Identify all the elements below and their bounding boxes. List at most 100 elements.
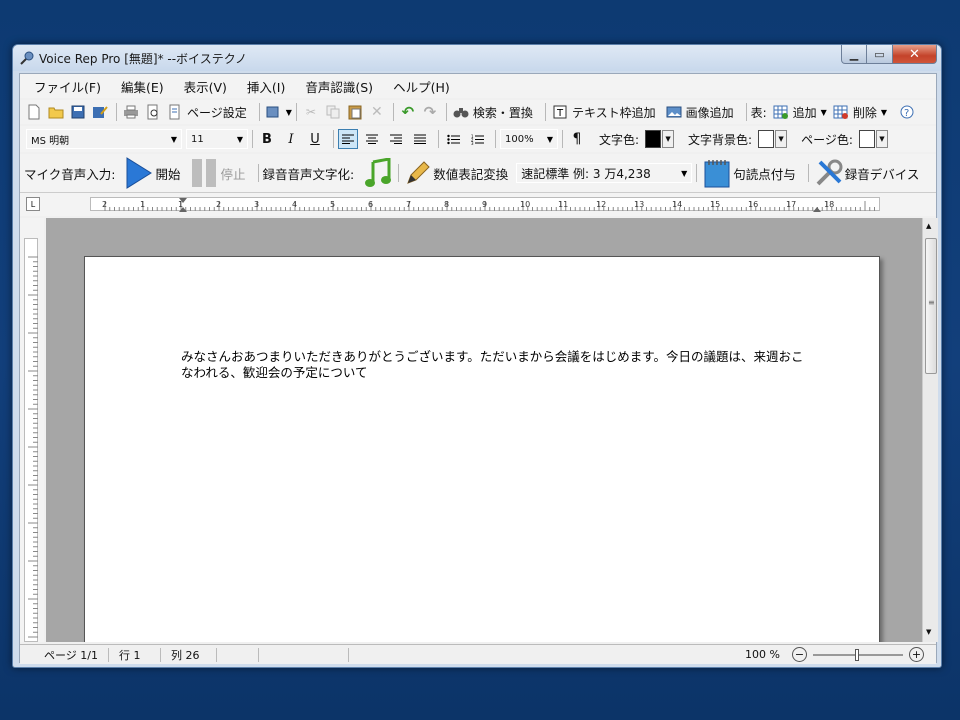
close-button[interactable]: ✕	[893, 45, 937, 64]
page-setup-button[interactable]: ページ設定	[187, 104, 247, 121]
menu-file[interactable]: ファイル(F)	[34, 77, 101, 96]
table-add-button[interactable]: 追加	[793, 104, 817, 121]
zoom-percent: 100 %	[745, 648, 780, 661]
menu-edit[interactable]: 編集(E)	[121, 77, 164, 96]
mic-input-label: マイク音声入力:	[24, 166, 116, 182]
separator	[116, 103, 117, 121]
maximize-button[interactable]: ▭	[867, 45, 893, 64]
ruler-label: 16	[748, 200, 758, 209]
number-convert-button[interactable]: 数値表記変換	[433, 164, 508, 183]
punctuation-button[interactable]: 句読点付与	[733, 164, 796, 183]
document-page[interactable]: みなさんおあつまりいただきありがとうございます。ただいまから会議をはじめます。今…	[84, 256, 880, 642]
vertical-scrollbar[interactable]: ▲ ≡ ▼	[922, 218, 938, 642]
menu-insert[interactable]: 挿入(I)	[247, 77, 285, 96]
numbered-list-icon[interactable]: 123	[467, 129, 487, 149]
text-color-dropdown[interactable]: ▼	[662, 130, 675, 148]
page-color-label: ページ色:	[801, 132, 853, 147]
rec-device-button[interactable]: 録音デバイス	[845, 164, 920, 183]
text-color-swatch[interactable]	[645, 130, 662, 148]
font-size-select[interactable]: 11 ▼	[186, 129, 248, 149]
undo-icon[interactable]: ↶	[398, 102, 418, 122]
align-left-button[interactable]	[338, 129, 358, 149]
textbox-icon[interactable]: T	[550, 102, 570, 122]
font-name-value: MS 明朝	[31, 135, 70, 147]
delete-icon: ✕	[371, 104, 383, 120]
vertical-ruler-ticks	[28, 256, 38, 638]
ruler-label: 11	[558, 200, 568, 209]
text-bg-color-swatch[interactable]	[758, 130, 775, 148]
help-icon[interactable]: ?	[897, 102, 917, 122]
justify-button[interactable]	[410, 129, 430, 149]
print-icon[interactable]	[121, 102, 141, 122]
chevron-down-icon[interactable]: ▼	[286, 108, 292, 117]
binoculars-icon[interactable]	[451, 102, 471, 122]
table-add-icon[interactable]	[771, 102, 791, 122]
scroll-up-icon[interactable]: ▲	[926, 222, 931, 230]
ruler-track[interactable]: 2 1 1 2 3 4 5 6 7 8 9 10 11 12 13 14 15 16 17 18	[90, 197, 880, 212]
tools-icon[interactable]	[813, 156, 845, 190]
ruler-label: 10	[520, 200, 530, 209]
ruler-label: 5	[330, 200, 335, 209]
status-empty-2	[259, 647, 349, 662]
align-right-button[interactable]	[386, 129, 406, 149]
font-name-select[interactable]: MS 明朝 ▼	[26, 129, 182, 149]
add-image-button[interactable]: 画像追加	[686, 104, 734, 121]
play-icon[interactable]	[123, 156, 155, 190]
new-document-icon[interactable]	[24, 102, 44, 122]
window-title: Voice Rep Pro [無題]* --ボイステクノ	[39, 51, 247, 66]
scroll-down-icon[interactable]: ▼	[926, 628, 931, 636]
cut-icon: ✂	[305, 105, 316, 119]
bullet-list-icon[interactable]	[443, 129, 463, 149]
zoom-select[interactable]: 100% ▼	[500, 129, 558, 149]
add-textbox-button[interactable]: テキスト枠追加	[572, 104, 656, 121]
music-note-icon[interactable]	[362, 156, 394, 190]
page-color-dropdown[interactable]: ▼	[875, 130, 888, 148]
underline-button[interactable]: U	[305, 129, 325, 149]
ruler-label: 9	[482, 200, 487, 209]
image-icon[interactable]	[664, 102, 684, 122]
ruler-label: 17	[786, 200, 796, 209]
table-delete-button[interactable]: 削除	[853, 104, 877, 121]
tab-stop-selector[interactable]: L	[26, 197, 40, 211]
pencil-icon[interactable]	[403, 156, 433, 190]
chevron-down-icon[interactable]: ▼	[821, 108, 827, 117]
number-mode-select[interactable]: 速記標準 例: 3 万4,238 ▼	[516, 163, 693, 183]
minimize-button[interactable]: ▁	[841, 45, 867, 64]
print-preview-icon[interactable]	[143, 102, 163, 122]
zoom-slider[interactable]	[813, 648, 903, 661]
menu-view[interactable]: 表示(V)	[184, 77, 227, 96]
scrollbar-thumb[interactable]: ≡	[925, 238, 937, 374]
notepad-icon[interactable]	[701, 156, 733, 190]
page-color-swatch[interactable]	[858, 130, 875, 148]
ruler-label: 4	[292, 200, 297, 209]
vertical-ruler-track[interactable]	[24, 238, 38, 642]
save-icon[interactable]	[68, 102, 88, 122]
pilcrow-icon[interactable]: ¶	[567, 129, 587, 149]
table-delete-icon[interactable]	[831, 102, 851, 122]
search-replace-button[interactable]: 検索・置換	[473, 104, 533, 121]
zoom-in-icon[interactable]: +	[909, 647, 924, 662]
insert-object-icon[interactable]	[264, 102, 284, 122]
open-folder-icon[interactable]	[46, 102, 66, 122]
standard-toolbar: ページ設定 ▼ ✂ ✕ ↶ ↷ 検索・置換 T テキスト枠追加 画像追加 表: …	[20, 100, 936, 124]
menu-help[interactable]: ヘルプ(H)	[393, 77, 450, 96]
italic-button[interactable]: I	[281, 129, 301, 149]
menu-speech-recognition[interactable]: 音声認識(S)	[305, 77, 373, 96]
document-text[interactable]: みなさんおあつまりいただきありがとうございます。ただいまから会議をはじめます。今…	[181, 349, 805, 381]
page-setup-icon[interactable]	[165, 102, 185, 122]
chevron-down-icon: ▼	[681, 168, 688, 178]
zoom-out-icon[interactable]: −	[792, 647, 807, 662]
number-mode-value: 速記標準 例: 3 万4,238	[521, 166, 651, 181]
start-button[interactable]: 開始	[155, 164, 180, 183]
align-center-button[interactable]	[362, 129, 382, 149]
chevron-down-icon[interactable]: ▼	[881, 108, 887, 117]
status-empty-1	[217, 647, 259, 662]
paste-icon[interactable]	[345, 102, 365, 122]
zoom-slider-knob[interactable]	[855, 648, 859, 661]
bold-button[interactable]: B	[257, 129, 277, 149]
ruler-label: 2	[102, 200, 107, 209]
text-bg-color-dropdown[interactable]: ▼	[775, 130, 788, 148]
title-bar[interactable]: Voice Rep Pro [無題]* --ボイステクノ ▁ ▭ ✕	[13, 45, 941, 71]
document-canvas[interactable]: みなさんおあつまりいただきありがとうございます。ただいまから会議をはじめます。今…	[46, 218, 922, 642]
save-as-icon[interactable]	[90, 102, 110, 122]
